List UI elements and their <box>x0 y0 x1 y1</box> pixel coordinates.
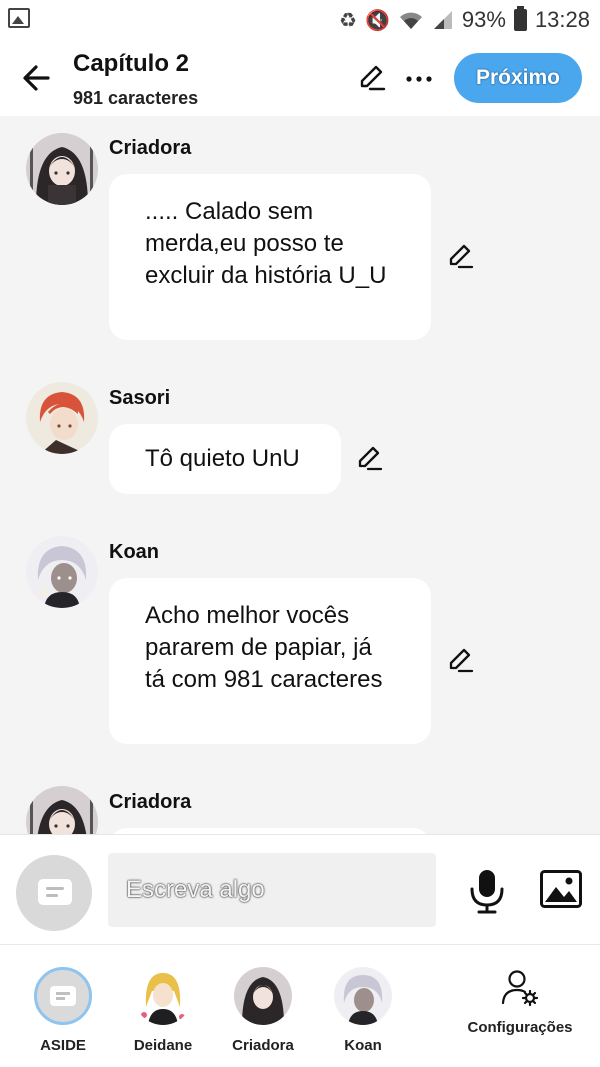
aside-toggle-button[interactable] <box>16 855 92 931</box>
image-icon <box>540 870 582 908</box>
microphone-button[interactable] <box>466 867 508 915</box>
page-title: Capítulo 2 <box>73 50 190 77</box>
pencil-icon <box>449 244 474 269</box>
character-label: Koan <box>344 1037 382 1054</box>
sender-name: Sasori <box>109 387 171 409</box>
next-button[interactable]: Próximo <box>454 53 582 103</box>
edit-message-button[interactable] <box>355 444 385 474</box>
avatar-criadora[interactable] <box>26 133 98 205</box>
character-label: Deidane <box>133 1037 193 1054</box>
sender-name: Criadora <box>109 137 192 159</box>
character-deidane[interactable]: Deidane <box>113 967 213 1054</box>
message-bubble[interactable]: Tô quieto UnU <box>109 424 341 494</box>
avatar <box>234 967 292 1025</box>
arrow-left-icon <box>23 65 50 91</box>
pencil-icon <box>449 648 474 673</box>
character-label: ASIDE <box>40 1037 86 1054</box>
sender-name: Criadora <box>109 791 192 813</box>
message-text: ..... Calado sem merda,eu posso te exclu… <box>145 198 387 289</box>
message-text: Tô quieto UnU <box>145 445 300 472</box>
clock: 13:28 <box>534 7 590 32</box>
avatar <box>334 967 392 1025</box>
aside-avatar <box>34 967 92 1025</box>
aside-icon <box>50 986 76 1006</box>
avatar <box>134 967 192 1025</box>
settings-label: Configurações <box>467 1019 573 1036</box>
mute-icon: 🔇 <box>364 9 390 32</box>
avatar-criadora[interactable] <box>26 786 98 834</box>
signal-icon <box>433 11 452 29</box>
edit-message-button[interactable] <box>446 646 476 676</box>
chat-area[interactable]: Criadora ..... Calado sem merda,eu posso… <box>0 116 600 834</box>
microphone-icon <box>470 870 504 914</box>
aside-icon <box>38 879 72 905</box>
character-label: Criadora <box>232 1037 294 1054</box>
sender-name: Koan <box>109 541 159 563</box>
edit-chapter-button[interactable] <box>356 62 388 94</box>
wifi-icon <box>399 12 422 29</box>
more-horizontal-icon <box>406 76 432 82</box>
character-koan[interactable]: Koan <box>313 967 413 1054</box>
user-settings-icon <box>501 970 539 1007</box>
back-button[interactable] <box>18 58 58 98</box>
image-upload-button[interactable] <box>539 869 583 909</box>
character-count: 981 caracteres <box>73 88 199 108</box>
settings-button[interactable]: Configurações <box>464 967 576 1036</box>
recycle-icon: ♻ <box>339 9 357 32</box>
message-text: Acho melhor vocês pararem de papiar, já … <box>145 602 383 693</box>
app-header: Capítulo 2 981 caracteres Próximo <box>0 40 600 116</box>
gallery-notification-icon <box>8 8 30 28</box>
message-input[interactable] <box>108 853 436 927</box>
message-composer <box>0 834 600 944</box>
character-aside[interactable]: ASIDE <box>13 967 113 1054</box>
battery-percent: 93% <box>461 7 506 32</box>
character-criadora[interactable]: Criadora <box>213 967 313 1054</box>
status-icons: ♻ 🔇 93% 13:28 <box>339 6 590 34</box>
more-options-button[interactable] <box>402 62 436 94</box>
battery-icon <box>513 6 527 31</box>
message-bubble[interactable]: ..... Calado sem merda,eu posso te exclu… <box>109 174 431 340</box>
message-bubble[interactable]: Acho melhor vocês pararem de papiar, já … <box>109 578 431 744</box>
edit-message-button[interactable] <box>446 242 476 272</box>
avatar-sasori[interactable] <box>26 382 98 454</box>
pencil-icon <box>360 65 386 91</box>
pencil-icon <box>358 446 383 471</box>
character-selector: ASIDE Deidane Criadora Koan Configuraçõe… <box>0 944 600 1067</box>
status-bar: ♻ 🔇 93% 13:28 <box>0 0 600 40</box>
avatar-koan[interactable] <box>26 536 98 608</box>
